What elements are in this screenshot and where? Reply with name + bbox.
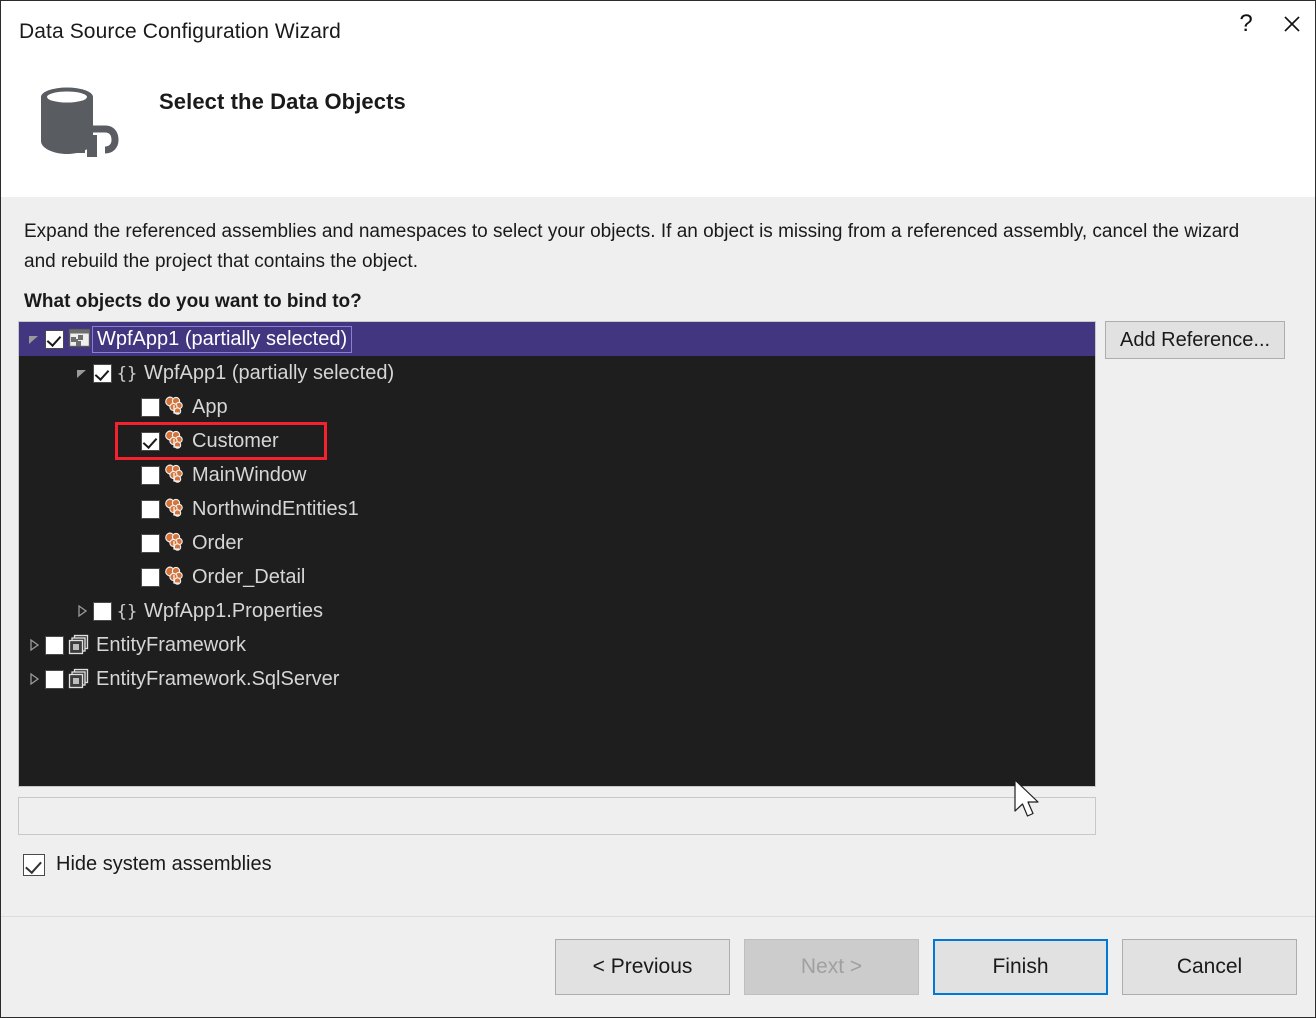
page-title: Select the Data Objects — [159, 89, 406, 115]
namespace-icon: {} — [114, 362, 140, 384]
tree-item-label: Customer — [188, 431, 279, 451]
tree-item[interactable]: App — [19, 390, 1095, 424]
tree-item[interactable]: {}WpfApp1 (partially selected) — [19, 356, 1095, 390]
tree-item-checkbox[interactable] — [141, 534, 160, 553]
help-button[interactable]: ? — [1223, 1, 1269, 47]
footer-buttons: < Previous Next > Finish Cancel — [1, 917, 1315, 1017]
data-source-configuration-wizard-dialog: Data Source Configuration Wizard ? — [0, 0, 1316, 1018]
next-button: Next > — [744, 939, 919, 995]
previous-button[interactable]: < Previous — [555, 939, 730, 995]
tree-item[interactable]: EntityFramework — [19, 628, 1095, 662]
tree-expander[interactable] — [23, 628, 45, 662]
objects-treeview[interactable]: WpfApp1 (partially selected){}WpfApp1 (p… — [18, 321, 1096, 787]
tree-item-label: NorthwindEntities1 — [188, 499, 359, 519]
class-icon — [162, 396, 188, 418]
bind-question-label: What objects do you want to bind to? — [1, 277, 1315, 313]
tree-and-actions-row: WpfApp1 (partially selected){}WpfApp1 (p… — [1, 313, 1315, 787]
header-banner: Select the Data Objects — [1, 63, 1315, 197]
expander-collapsed-icon[interactable] — [75, 604, 89, 618]
project-icon — [66, 328, 92, 350]
class-icon — [162, 566, 188, 588]
tree-item-checkbox[interactable] — [45, 330, 64, 349]
tree-item[interactable]: EntityFramework.SqlServer — [19, 662, 1095, 696]
dialog-body: Expand the referenced assemblies and nam… — [1, 197, 1315, 916]
tree-item-label: Order_Detail — [188, 567, 305, 587]
title-bar: Data Source Configuration Wizard ? — [1, 1, 1315, 63]
tree-item[interactable]: {}WpfApp1.Properties — [19, 594, 1095, 628]
hide-system-assemblies-label: Hide system assemblies — [56, 853, 272, 876]
tree-item-label: App — [188, 397, 228, 417]
tree-item-checkbox[interactable] — [93, 364, 112, 383]
hide-system-assemblies-row[interactable]: Hide system assemblies — [23, 853, 1315, 876]
class-icon — [162, 430, 188, 452]
close-button[interactable] — [1269, 1, 1315, 47]
hide-system-assemblies-checkbox[interactable] — [23, 854, 45, 876]
window-controls: ? — [1223, 1, 1315, 47]
instruction-paragraph: Expand the referenced assemblies and nam… — [1, 197, 1315, 277]
tree-item-checkbox[interactable] — [141, 466, 160, 485]
tree-item-label: EntityFramework — [92, 635, 246, 655]
class-icon — [162, 464, 188, 486]
class-icon — [162, 464, 188, 486]
tree-item-checkbox[interactable] — [141, 432, 160, 451]
tree-item-checkbox[interactable] — [141, 568, 160, 587]
class-icon — [162, 498, 188, 520]
add-reference-button[interactable]: Add Reference... — [1105, 321, 1285, 359]
tree-item[interactable]: Order — [19, 526, 1095, 560]
window-title: Data Source Configuration Wizard — [1, 1, 341, 44]
tree-item[interactable]: MainWindow — [19, 458, 1095, 492]
tree-item-label: MainWindow — [188, 465, 306, 485]
tree-item-checkbox[interactable] — [45, 670, 64, 689]
assembly-icon — [66, 634, 92, 656]
tree-item-label: WpfApp1.Properties — [140, 601, 323, 621]
cancel-button[interactable]: Cancel — [1122, 939, 1297, 995]
database-connection-icon — [29, 75, 125, 167]
expander-collapsed-icon[interactable] — [27, 638, 41, 652]
tree-item-label: EntityFramework.SqlServer — [92, 669, 339, 689]
tree-item[interactable]: Order_Detail — [19, 560, 1095, 594]
class-icon — [162, 396, 188, 418]
namespace-icon: {} — [114, 600, 140, 622]
tree-expander[interactable] — [71, 594, 93, 628]
close-icon — [1282, 14, 1302, 34]
tree-item-checkbox[interactable] — [141, 500, 160, 519]
assembly-icon — [66, 668, 92, 690]
expander-expanded-icon[interactable] — [27, 332, 41, 346]
expander-expanded-icon[interactable] — [75, 366, 89, 380]
tree-item-checkbox[interactable] — [93, 602, 112, 621]
tree-item-checkbox[interactable] — [45, 636, 64, 655]
class-icon — [162, 532, 188, 554]
expander-collapsed-icon[interactable] — [27, 672, 41, 686]
tree-item-label: WpfApp1 (partially selected) — [140, 363, 394, 383]
svg-text:{}: {} — [117, 364, 137, 384]
tree-item[interactable]: Customer — [19, 424, 1095, 458]
tree-expander[interactable] — [23, 322, 45, 356]
namespace-icon: {} — [114, 362, 140, 384]
svg-text:{}: {} — [117, 602, 137, 622]
tree-item[interactable]: WpfApp1 (partially selected) — [19, 322, 1095, 356]
tree-item[interactable]: NorthwindEntities1 — [19, 492, 1095, 526]
tree-item-label: WpfApp1 (partially selected) — [92, 326, 352, 353]
class-icon — [162, 430, 188, 452]
assembly-icon — [66, 634, 92, 656]
class-icon — [162, 532, 188, 554]
question-mark-icon: ? — [1239, 12, 1252, 36]
class-icon — [162, 566, 188, 588]
tree-expander[interactable] — [71, 356, 93, 390]
namespace-icon: {} — [114, 600, 140, 622]
project-icon — [66, 328, 92, 350]
tree-item-label: Order — [188, 533, 243, 553]
object-details-textbox[interactable] — [18, 797, 1096, 835]
tree-expander[interactable] — [23, 662, 45, 696]
class-icon — [162, 498, 188, 520]
assembly-icon — [66, 668, 92, 690]
tree-item-checkbox[interactable] — [141, 398, 160, 417]
finish-button[interactable]: Finish — [933, 939, 1108, 995]
